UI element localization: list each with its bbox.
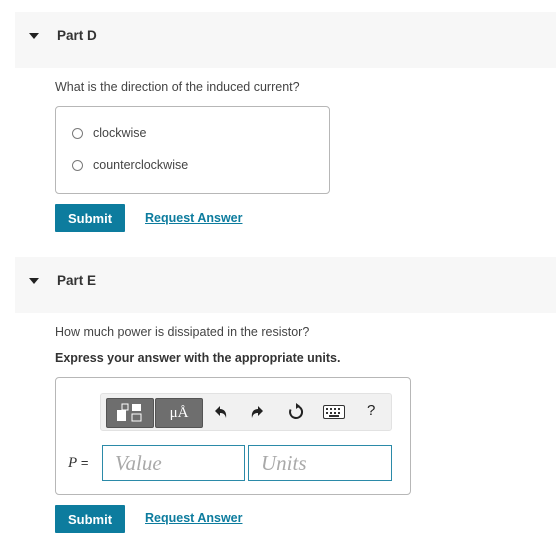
option-counterclockwise[interactable]: counterclockwise [72,156,188,174]
templates-icon [117,403,142,422]
variable-symbol: P [68,455,78,471]
option-clockwise[interactable]: clockwise [72,124,147,142]
value-input[interactable] [102,445,245,481]
units-input[interactable] [248,445,392,481]
part-d-title: Part D [57,28,97,43]
part-e-request-answer-link[interactable]: Request Answer [145,511,242,525]
radio-clockwise[interactable] [72,127,83,139]
equals-sign: = [80,455,89,470]
part-d-question: What is the direction of the induced cur… [55,80,300,94]
reset-icon[interactable] [287,403,305,421]
redo-icon[interactable] [249,403,267,421]
keyboard-icon[interactable] [323,405,345,419]
part-d-header[interactable]: Part D [15,12,556,68]
undo-icon[interactable] [211,403,229,421]
units-button-label: μÅ [169,404,189,421]
part-e-question: How much power is dissipated in the resi… [55,325,310,339]
answer-box: μÅ ? P = [55,377,411,495]
units-button[interactable]: μÅ [155,398,203,428]
part-e-instruction: Express your answer with the appropriate… [55,351,341,365]
variable-label: P = [68,455,89,472]
part-d-submit-button[interactable]: Submit [55,204,125,232]
choice-box: clockwise counterclockwise [55,106,330,194]
collapse-caret-icon[interactable] [29,33,39,39]
option-counterclockwise-label: counterclockwise [93,158,189,172]
part-e-title: Part E [57,273,97,288]
part-e-header[interactable]: Part E [15,257,556,313]
templates-button[interactable] [106,398,154,428]
collapse-caret-icon[interactable] [29,278,39,284]
option-clockwise-label: clockwise [93,126,147,140]
part-d-request-answer-link[interactable]: Request Answer [145,211,242,225]
math-toolbar: μÅ ? [100,393,392,431]
help-icon[interactable]: ? [367,402,375,419]
radio-counterclockwise[interactable] [72,159,83,171]
part-e-submit-button[interactable]: Submit [55,505,125,533]
